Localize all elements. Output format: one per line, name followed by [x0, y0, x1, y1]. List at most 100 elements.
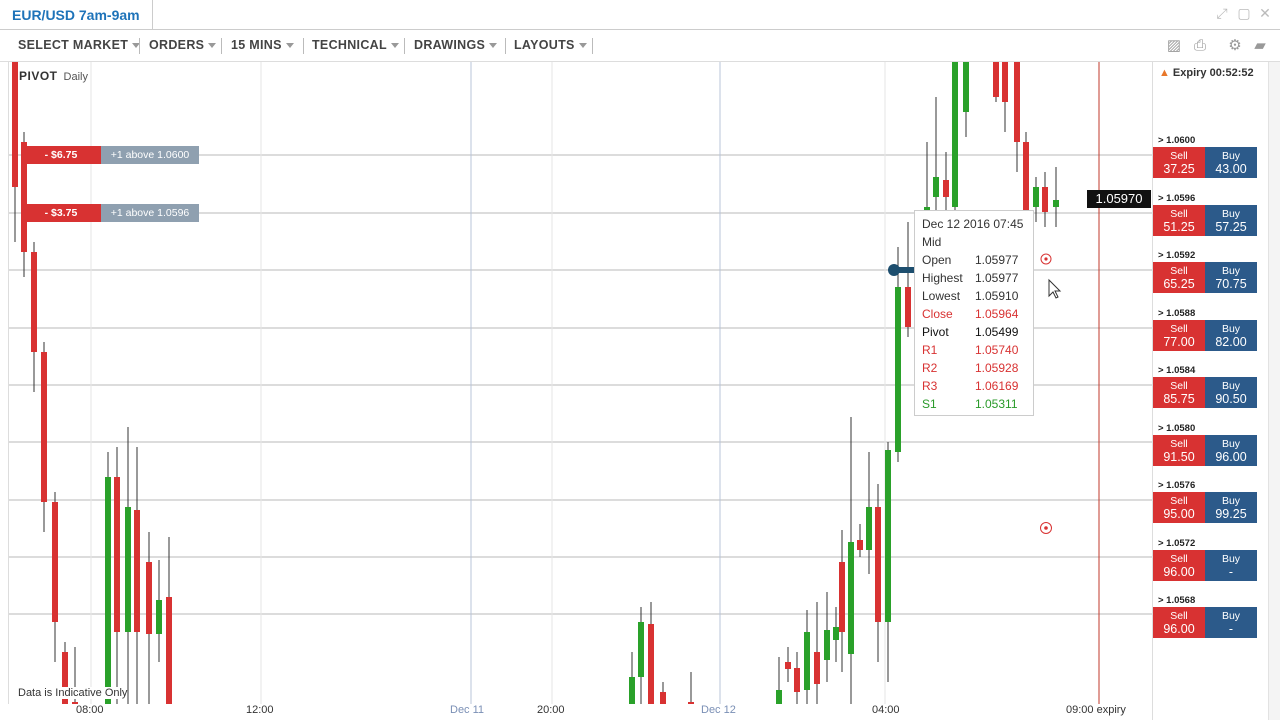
sell-price: 77.00	[1163, 334, 1195, 349]
tooltip-key: Highest	[922, 271, 963, 285]
ohlc-tooltip: Dec 12 2016 07:45 Mid Open 1.05977 Highest…	[914, 210, 1034, 416]
sell-button[interactable]: Sell 85.75	[1153, 377, 1205, 408]
buy-label: Buy	[1221, 495, 1241, 507]
buy-button[interactable]: Buy -	[1205, 607, 1257, 638]
tooltip-value: 1.05740	[975, 343, 1019, 357]
tooltip-key: Open	[922, 253, 952, 267]
sell-button[interactable]: Sell 37.25	[1153, 147, 1205, 178]
candle-body	[963, 62, 969, 112]
buy-label: Buy	[1221, 610, 1241, 622]
candle-body	[952, 62, 958, 207]
x-tick-date: Dec 11	[450, 704, 485, 716]
buy-button[interactable]: Buy 99.25	[1205, 492, 1257, 523]
candle-body	[156, 600, 162, 634]
layouts-label: LAYOUTS	[514, 38, 575, 52]
sell-label: Sell	[1170, 207, 1188, 220]
buy-label: Buy	[1221, 552, 1241, 565]
tooltip-key: R2	[922, 361, 938, 375]
menu-divider	[139, 38, 140, 54]
candle-body	[1033, 187, 1039, 207]
sell-label: Sell	[1170, 437, 1188, 450]
strike-level: > 1.0572	[1158, 537, 1196, 549]
target-marker-icon	[1040, 522, 1052, 534]
sell-button[interactable]: Sell 96.00	[1153, 549, 1205, 581]
sell-price: 65.25	[1163, 277, 1195, 291]
strike-row: > 1.0576 Sell 95.00 Buy 99.25	[1153, 480, 1261, 526]
sell-button[interactable]: Sell 65.25	[1153, 262, 1205, 293]
candle-body	[933, 177, 939, 197]
candle-body	[1014, 62, 1020, 142]
sell-label: Sell	[1170, 322, 1188, 335]
tooltip-value: 1.05910	[975, 289, 1019, 303]
tooltip-type: Mid	[922, 235, 942, 249]
strike-row: > 1.0592 Sell 65.25 Buy 70.75	[1153, 250, 1261, 296]
sell-button[interactable]: Sell 91.50	[1153, 434, 1205, 466]
sell-button[interactable]: Sell 77.00	[1153, 319, 1205, 351]
order-pl: - $6.75	[21, 146, 101, 164]
tooltip-key: R3	[922, 379, 938, 393]
candle-body	[993, 62, 999, 97]
expand-icon[interactable]: ⤢	[1213, 4, 1231, 22]
buy-price: 43.00	[1215, 162, 1247, 176]
drawings-menu[interactable]: DRAWINGS	[414, 38, 498, 52]
tooltip-row: R1 1.05740	[922, 341, 1026, 359]
orders-menu[interactable]: ORDERS	[149, 38, 217, 52]
buy-price: 57.25	[1215, 219, 1247, 234]
print-icon[interactable]: ⎙	[1191, 38, 1209, 54]
buy-button[interactable]: Buy 90.50	[1205, 377, 1257, 408]
close-icon[interactable]: ✕	[1256, 4, 1274, 22]
candle-body	[848, 542, 854, 654]
candle-body	[629, 677, 635, 704]
sell-price: 96.00	[1163, 622, 1195, 636]
order-pill[interactable]: - $6.75 +1 above 1.0600	[21, 146, 199, 164]
gear-icon[interactable]: ⚙	[1226, 38, 1244, 54]
buy-label: Buy	[1221, 322, 1241, 335]
strike-row: > 1.0580 Sell 91.50 Buy 96.00	[1153, 423, 1261, 469]
strike-level: > 1.0576	[1158, 480, 1196, 491]
sell-price: 85.75	[1163, 392, 1195, 406]
buy-button[interactable]: Buy 57.25	[1205, 204, 1257, 236]
chat-icon[interactable]: ▰	[1251, 38, 1269, 54]
candle-body	[638, 622, 644, 677]
x-tick: 20:00	[537, 704, 565, 716]
sell-button[interactable]: Sell 51.25	[1153, 204, 1205, 236]
x-tick-date: Dec 12	[701, 704, 736, 716]
tooltip-datetime: Dec 12 2016 07:45	[922, 217, 1024, 231]
strike-level: > 1.0600	[1158, 135, 1196, 146]
buy-label: Buy	[1221, 380, 1241, 392]
buy-button[interactable]: Buy 70.75	[1205, 262, 1257, 293]
maximize-icon[interactable]: ▢	[1235, 4, 1253, 22]
strike-row: > 1.0584 Sell 85.75 Buy 90.50	[1153, 365, 1261, 411]
expiry-countdown: ▲ Expiry 00:52:52	[1159, 67, 1254, 79]
window-title: EUR/USD 7am-9am	[0, 0, 153, 30]
sell-button[interactable]: Sell 95.00	[1153, 492, 1205, 523]
layouts-menu[interactable]: LAYOUTS	[514, 38, 587, 52]
candle-body	[839, 562, 845, 632]
indicator-period: Daily	[63, 71, 88, 83]
sell-button[interactable]: Sell 96.00	[1153, 607, 1205, 638]
buy-button[interactable]: Buy -	[1205, 549, 1257, 581]
technical-menu[interactable]: TECHNICAL	[312, 38, 399, 52]
order-condition: +1 above 1.0596	[101, 204, 199, 222]
buy-button[interactable]: Buy 82.00	[1205, 319, 1257, 351]
buy-price: 96.00	[1215, 449, 1247, 464]
tooltip-key: Close	[922, 307, 953, 321]
buy-label: Buy	[1221, 265, 1241, 277]
buy-button[interactable]: Buy 96.00	[1205, 434, 1257, 466]
sell-price: 37.25	[1163, 162, 1195, 176]
order-pill[interactable]: - $3.75 +1 above 1.0596	[21, 204, 199, 222]
buy-button[interactable]: Buy 43.00	[1205, 147, 1257, 178]
scrollbar[interactable]	[1268, 62, 1280, 720]
tooltip-row: Close 1.05964	[922, 305, 1026, 323]
candle-body	[41, 352, 47, 502]
timeframe-menu[interactable]: 15 MINS	[231, 38, 294, 52]
candle-body	[875, 507, 881, 622]
candle-body	[52, 502, 58, 622]
tooltip-value: 1.05311	[975, 397, 1018, 411]
mouse-cursor-icon	[1048, 278, 1062, 299]
image-icon[interactable]: ▨	[1165, 38, 1183, 54]
select-market-menu[interactable]: SELECT MARKET	[18, 38, 141, 52]
sell-label: Sell	[1170, 265, 1188, 277]
candle-body	[943, 180, 949, 197]
tooltip-row: R2 1.05928	[922, 359, 1026, 377]
